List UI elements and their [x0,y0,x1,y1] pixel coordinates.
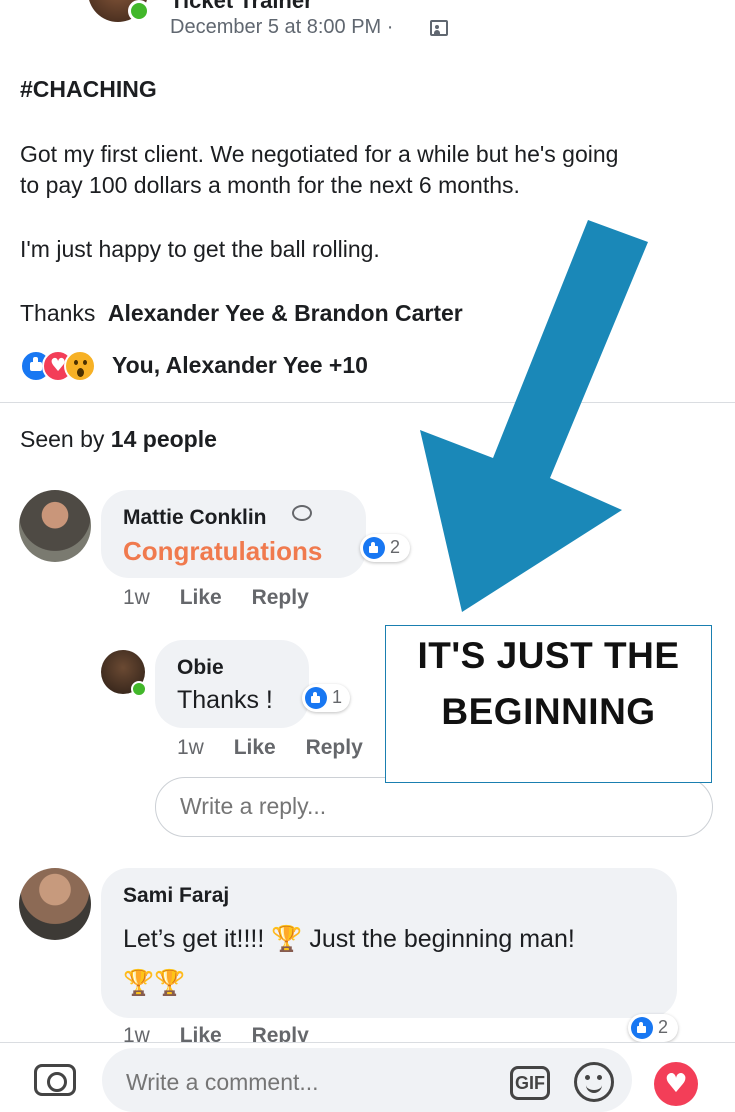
post-thanks: Thanks Alexander Yee & Brandon Carter [20,298,463,329]
tagged-people[interactable]: Alexander Yee & Brandon Carter [108,300,463,326]
comment-input[interactable] [124,1068,488,1097]
post-header: Ticket Trainer December 5 at 8:00 PM · [0,0,735,48]
comment-text: Congratulations [123,536,323,566]
privacy-icon[interactable] [430,20,448,36]
like-icon [305,687,327,709]
commenter-name[interactable]: Mattie Conklin [123,506,267,530]
comment-text-part: Just the beginning man! [309,925,575,953]
seen-count: 14 people [110,426,217,452]
page-avatar[interactable] [88,0,150,22]
reply-link[interactable]: Reply [252,586,309,609]
banner-line: BEGINNING [441,691,656,732]
comment-meta: 1w Like Reply [177,736,363,760]
reply-input[interactable] [178,792,682,821]
arrow-shape [420,220,648,612]
comment-time[interactable]: 1w [123,586,150,609]
commenter-name[interactable]: Obie [177,656,224,680]
like-icon [631,1017,653,1039]
comment-text: Thanks ! [177,686,273,714]
comment-like-count[interactable]: 2 [360,534,410,562]
trophy-icon: 🏆 [123,968,155,997]
gif-icon[interactable]: GIF [510,1066,550,1100]
avatar[interactable] [19,868,91,940]
trophy-icon: 🏆 [271,924,303,953]
comment-bubble: Obie Thanks ! [155,640,309,728]
seen-prefix: Seen by [20,426,105,452]
comment-text: Let’s get it!!!! 🏆 Just the beginning ma… [123,924,575,954]
post-text-line: I'm just happy to get the ball rolling. [20,236,380,262]
trophy-icon: 🏆 [154,968,186,997]
trophy-row: 🏆🏆 [123,968,185,998]
reactions-summary[interactable]: You, Alexander Yee +10 [112,352,368,379]
online-indicator [131,681,147,697]
comment-meta: 1w Like Reply [123,586,309,610]
like-link[interactable]: Like [234,736,276,759]
emoji-icon[interactable] [574,1062,614,1102]
post-headline: #CHACHING [20,76,157,102]
seen-by[interactable]: Seen by 14 people [20,426,217,453]
banner-line: IT'S JUST THE [417,635,680,676]
commenter-name[interactable]: Sami Faraj [123,884,229,908]
messenger-icon [292,505,312,521]
page-name[interactable]: Ticket Trainer [170,0,313,14]
reply-input-box[interactable] [155,777,713,837]
like-count: 2 [390,537,401,557]
online-indicator [128,0,150,22]
thanks-prefix: Thanks [20,300,96,326]
heart-icon[interactable]: ♥ [654,1062,698,1106]
comment-input-box[interactable] [102,1048,632,1112]
avatar[interactable] [19,490,91,562]
comment-like-count[interactable]: 2 [628,1014,678,1042]
annotation-banner-text: IT'S JUST THE BEGINNING [385,628,712,740]
comment-bubble: Mattie Conklin Congratulations [101,490,366,578]
post-date[interactable]: December 5 at 8:00 PM · [170,16,393,39]
camera-icon[interactable] [34,1064,76,1096]
like-link[interactable]: Like [180,586,222,609]
divider [0,402,735,403]
post-text-line: Got my first client. We negotiated for a… [20,141,619,167]
comment-time[interactable]: 1w [177,736,204,759]
like-count: 1 [332,687,343,707]
like-icon [363,537,385,559]
wow-reaction-icon [64,350,96,382]
reply-link[interactable]: Reply [306,736,363,759]
like-count: 2 [658,1017,669,1037]
comment-text-part: Let’s get it!!!! [123,925,265,953]
post-text-line: to pay 100 dollars a month for the next … [20,172,520,198]
comment-bubble: Sami Faraj Let’s get it!!!! 🏆 Just the b… [101,868,677,1018]
comment-like-count[interactable]: 1 [302,684,350,712]
